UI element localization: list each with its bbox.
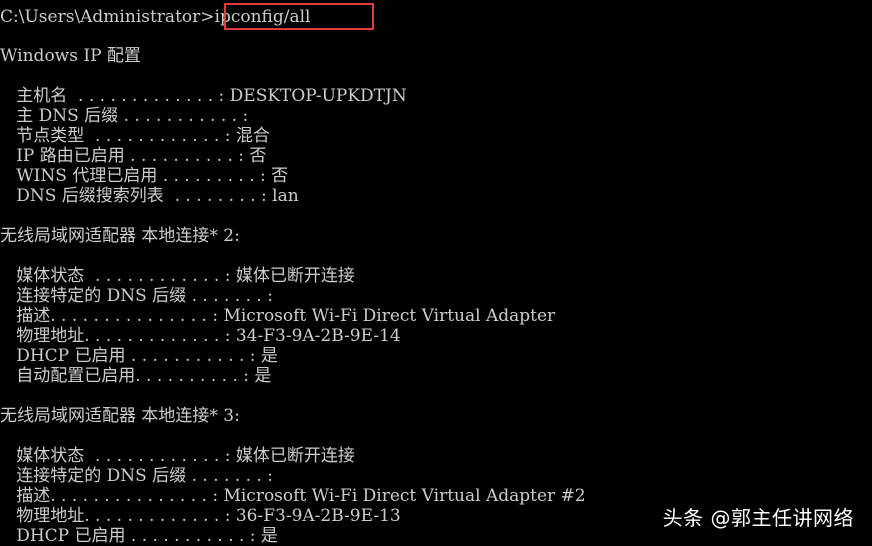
output-line: Windows IP 配置	[0, 46, 141, 66]
output-line: DHCP 已启用 . . . . . . . . . . . : 是	[0, 526, 278, 546]
output-line: 连接特定的 DNS 后缀 . . . . . . . :	[0, 286, 273, 306]
output-line: 连接特定的 DNS 后缀 . . . . . . . :	[0, 466, 273, 486]
output-line: 描述. . . . . . . . . . . . . . . : Micros…	[0, 486, 586, 506]
output-line: 自动配置已启用. . . . . . . . . . : 是	[0, 366, 272, 386]
output-line: 节点类型 . . . . . . . . . . . . : 混合	[0, 126, 270, 146]
output-line: WINS 代理已启用 . . . . . . . . . : 否	[0, 166, 289, 186]
output-line: 主机名 . . . . . . . . . . . . . : DESKTOP-…	[0, 86, 407, 106]
output-line: 无线局域网适配器 本地连接* 2:	[0, 226, 240, 246]
output-line: 无线局域网适配器 本地连接* 3:	[0, 406, 240, 426]
output-line: 媒体状态 . . . . . . . . . . . . : 媒体已断开连接	[0, 446, 355, 466]
output-line: 主 DNS 后缀 . . . . . . . . . . . :	[0, 106, 249, 126]
output-line: 物理地址. . . . . . . . . . . . . : 34-F3-9A…	[0, 326, 401, 346]
output-line: 描述. . . . . . . . . . . . . . . : Micros…	[0, 306, 556, 326]
output-line: DNS 后缀搜索列表 . . . . . . . . : lan	[0, 186, 299, 206]
output-line: 媒体状态 . . . . . . . . . . . . : 媒体已断开连接	[0, 266, 355, 286]
command-highlight-box	[224, 3, 374, 30]
output-line: 物理地址. . . . . . . . . . . . . : 36-F3-9A…	[0, 506, 401, 526]
output-line: DHCP 已启用 . . . . . . . . . . . : 是	[0, 346, 278, 366]
prompt-text: C:\Users\Administrator>	[0, 7, 215, 27]
watermark: 头条 @郭主任讲网络	[662, 506, 854, 530]
output-line: IP 路由已启用 . . . . . . . . . . : 否	[0, 146, 267, 166]
